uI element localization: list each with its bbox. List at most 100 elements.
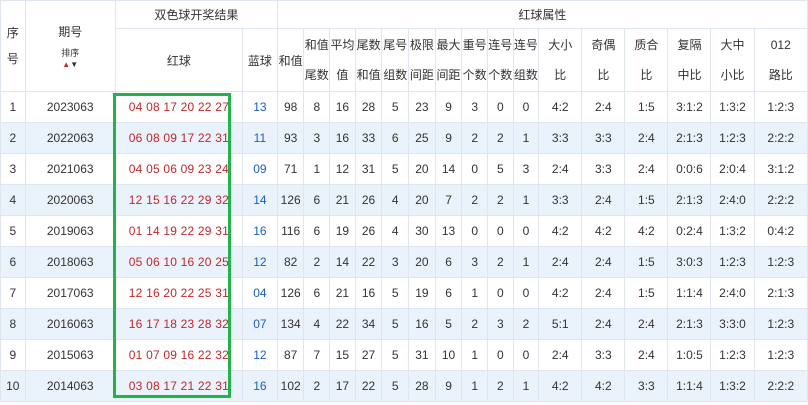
row-attr-cell: 5	[381, 370, 410, 402]
row-attr-cell: 2	[486, 184, 514, 216]
row-attr-cell: 6	[381, 122, 410, 154]
row-attr-cell: 21	[329, 277, 356, 309]
row-red-balls: 05 06 10 16 20 25	[114, 246, 243, 278]
attr-col-tail-sum: 尾数和值	[354, 28, 383, 92]
row-attr-cell: 1:2:3	[753, 91, 808, 123]
row-attr-cell: 23	[408, 91, 436, 123]
row-attr-cell: 10	[434, 339, 463, 371]
sort-label[interactable]: 排序	[26, 46, 114, 59]
row-red-balls: 04 05 06 09 23 24	[114, 153, 243, 185]
attr-col-label: 尾号组数	[383, 38, 408, 82]
attr-col-label: 尾数和值	[356, 38, 381, 82]
row-attr-cell: 3:3	[538, 122, 583, 154]
row-attr-cell: 2:0:4	[710, 153, 755, 185]
row-red-balls: 16 17 18 23 28 32	[114, 308, 243, 340]
row-attr-cell: 7	[303, 339, 331, 371]
row-attr-cell: 1:5	[624, 277, 669, 309]
row-attr-cell: 3:3	[581, 122, 626, 154]
row-period: 2018063	[24, 246, 116, 278]
attr-col-tail-groups: 尾号组数	[381, 28, 410, 92]
row-attr-cell: 2	[486, 122, 514, 154]
row-attr-cell: 22	[354, 370, 383, 402]
row-attr-cell: 31	[354, 153, 383, 185]
row-attr-cell: 2:4	[581, 308, 626, 340]
row-blue-ball: 16	[241, 370, 278, 402]
sort-toggle[interactable]: ▲▼	[26, 60, 114, 69]
row-attr-cell: 26	[354, 184, 383, 216]
row-attr-cell: 93	[276, 122, 305, 154]
period-header[interactable]: 期号 排序 ▲▼	[24, 0, 116, 92]
row-attr-cell: 6	[434, 277, 463, 309]
row-blue-ball: 13	[241, 91, 278, 123]
attr-col-label: 连号个数	[488, 38, 513, 82]
row-blue-ball: 16	[241, 215, 278, 247]
row-attr-cell: 4:2	[581, 215, 626, 247]
row-attr-cell: 4:2	[538, 277, 583, 309]
attr-col-label: 重号个数	[462, 38, 487, 82]
row-attr-cell: 30	[408, 215, 436, 247]
row-attr-cell: 6	[434, 246, 463, 278]
row-attr-cell: 6	[303, 215, 331, 247]
draw-result-header: 双色球开奖结果	[114, 0, 278, 29]
table-row: 6 2018063 05 06 10 16 20 25 12 82 2 14 22 3 20 6 3 2…	[0, 246, 808, 278]
table-row: 10 2014063 03 08 17 21 22 31 16 102 2 17 22 5 28 9…	[0, 370, 808, 402]
row-attr-cell: 5	[381, 153, 410, 185]
row-attr-cell: 98	[276, 91, 305, 123]
row-attr-cell: 28	[408, 370, 436, 402]
row-attr-cell: 2:4	[624, 153, 669, 185]
row-attr-cell: 3	[461, 91, 488, 123]
row-attr-cell: 1:2:3	[753, 246, 808, 278]
row-period: 2019063	[24, 215, 116, 247]
row-attr-cell: 2	[512, 308, 540, 340]
row-attr-cell: 2:4	[624, 308, 669, 340]
row-attr-cell: 1:3:2	[710, 215, 755, 247]
row-attr-cell: 1:5	[624, 184, 669, 216]
row-attr-cell: 1:3:2	[710, 91, 755, 123]
attr-col-limit-span: 极限间距	[408, 28, 436, 92]
row-attr-cell: 134	[276, 308, 305, 340]
row-attr-cell: 4	[381, 215, 410, 247]
row-attr-cell: 5	[381, 339, 410, 371]
sort-down-icon[interactable]: ▼	[70, 60, 78, 69]
row-attr-cell: 4:2	[624, 215, 669, 247]
row-red-balls: 01 07 09 16 22 32	[114, 339, 243, 371]
row-attr-cell: 2:4	[538, 339, 583, 371]
attr-col-big-small: 大小比	[538, 28, 583, 92]
attr-col-prime: 质合比	[624, 28, 669, 92]
row-attr-cell: 2:1:3	[667, 308, 712, 340]
row-attr-cell: 1:1:4	[667, 370, 712, 402]
row-attr-cell: 5	[486, 153, 514, 185]
row-attr-cell: 19	[329, 215, 356, 247]
row-attr-cell: 6	[303, 184, 331, 216]
row-attr-cell: 17	[329, 370, 356, 402]
row-attr-cell: 2:2:2	[753, 370, 808, 402]
row-period: 2020063	[24, 184, 116, 216]
sort-up-icon[interactable]: ▲	[62, 60, 70, 69]
row-blue-ball: 12	[241, 339, 278, 371]
row-attr-cell: 2:4	[581, 277, 626, 309]
row-attr-cell: 9	[434, 91, 463, 123]
attr-col-odd-even: 奇偶比	[581, 28, 626, 92]
seq-header-label: 序号	[6, 26, 19, 66]
row-attr-cell: 5:1	[538, 308, 583, 340]
row-red-balls: 12 15 16 22 29 32	[114, 184, 243, 216]
row-attr-cell: 2:4	[538, 246, 583, 278]
row-attr-cell: 0	[486, 339, 514, 371]
row-attr-cell: 71	[276, 153, 305, 185]
row-attr-cell: 6	[303, 277, 331, 309]
row-attr-cell: 13	[434, 215, 463, 247]
row-attr-cell: 2	[461, 308, 488, 340]
row-attr-cell: 3:1:2	[753, 153, 808, 185]
row-attr-cell: 19	[408, 277, 436, 309]
row-attr-cell: 116	[276, 215, 305, 247]
row-attr-cell: 1:1:4	[667, 277, 712, 309]
row-seq: 4	[0, 184, 26, 216]
row-attr-cell: 0	[512, 91, 540, 123]
row-attr-cell: 9	[434, 370, 463, 402]
red-ball-header: 红球	[114, 28, 243, 92]
row-attr-cell: 0:2:4	[667, 215, 712, 247]
row-period: 2022063	[24, 122, 116, 154]
row-attr-cell: 0:0:6	[667, 153, 712, 185]
row-attr-cell: 2:2:2	[753, 184, 808, 216]
attr-col-label: 极限间距	[409, 38, 434, 82]
